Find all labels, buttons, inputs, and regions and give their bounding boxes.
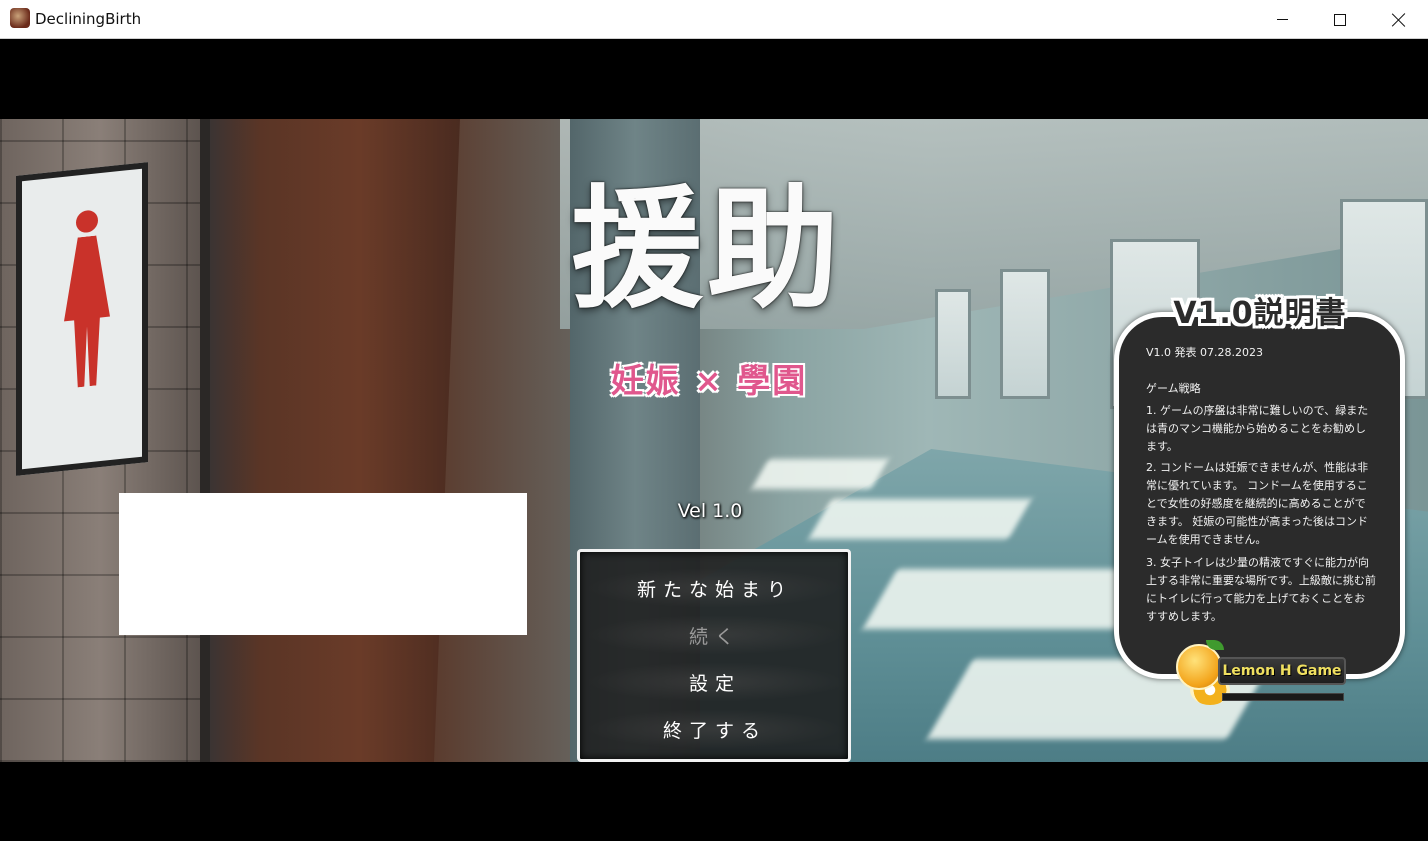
info-panel-paragraph: 3. 女子トイレは少量の精液ですぐに能力が向上する非常に重要な場所です。上級敵に… — [1146, 556, 1376, 623]
scene-sunlight — [751, 459, 889, 489]
scene-window — [935, 289, 971, 399]
scene-chalkboard — [200, 119, 460, 762]
menu-new-game[interactable]: 新たな始まり — [586, 568, 844, 608]
info-panel-date: V1.0 発表 07.28.2023 — [1146, 346, 1263, 359]
menu-settings[interactable]: 設定 — [586, 662, 844, 702]
maximize-button[interactable] — [1311, 0, 1369, 39]
info-panel-paragraph: 2. コンドームは妊娠できませんが、性能は非常に優れています。 コンドームを使用… — [1146, 461, 1369, 546]
lemon-icon — [1176, 644, 1222, 690]
brand-logo-bar — [1222, 693, 1344, 701]
woman-sign-head — [76, 209, 98, 234]
game-logo-title: 援助 — [571, 172, 843, 327]
info-panel-heading: ゲーム戦略 — [1146, 382, 1201, 395]
close-icon — [1392, 13, 1406, 27]
close-button[interactable] — [1370, 0, 1428, 39]
brand-logo-label: Lemon H Game — [1218, 657, 1346, 685]
game-logo-subtitle: 妊娠 × 學園 — [610, 361, 808, 400]
version-label: Vel 1.0 — [677, 500, 743, 522]
scene-sunlight — [808, 499, 1032, 539]
menu-continue[interactable]: 続く — [586, 615, 844, 655]
minimize-button[interactable] — [1253, 0, 1311, 39]
info-panel-paragraph: 1. ゲームの序盤は非常に難しいので、緑または青のマンコ機能から始めることをお勧… — [1146, 404, 1369, 453]
scene-window — [1000, 269, 1050, 399]
game-canvas[interactable]: 援助 妊娠 × 學園 Vel 1.0 新たな始まり 続く 設定 終了する V1.… — [0, 39, 1428, 841]
window-titlebar: DecliningBirth — [0, 0, 1428, 39]
app-icon — [10, 8, 30, 28]
info-panel-title: V1.0説明書 — [1173, 296, 1347, 331]
window-title: DecliningBirth — [35, 10, 142, 28]
title-menu: 新たな始まり 続く 設定 終了する — [577, 549, 851, 762]
restroom-sign — [16, 162, 148, 476]
redaction-box — [119, 493, 527, 635]
maximize-icon — [1334, 13, 1346, 26]
minimize-icon — [1276, 19, 1288, 20]
woman-sign-body — [64, 234, 110, 389]
menu-quit[interactable]: 終了する — [586, 709, 844, 749]
